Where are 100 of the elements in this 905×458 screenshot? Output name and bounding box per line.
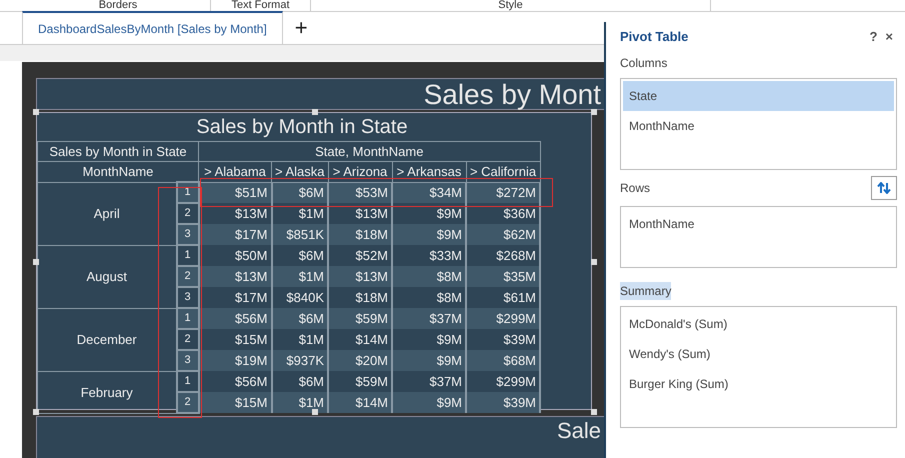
table-cell: $34M	[392, 182, 466, 203]
row-index: 1	[176, 308, 198, 329]
table-cell: $20M	[328, 350, 392, 371]
table-cell: $13M	[198, 266, 272, 287]
panel-title: Pivot Table	[620, 28, 688, 46]
table-cell: $18M	[328, 224, 392, 245]
resize-handle[interactable]	[591, 409, 597, 415]
table-cell: $14M	[328, 392, 392, 413]
table-cell: $6M	[272, 371, 328, 392]
table-cell: $59M	[328, 308, 392, 329]
column-header[interactable]: > Arizona	[328, 162, 392, 182]
row-index: 2	[176, 266, 198, 287]
table-cell: $6M	[272, 182, 328, 203]
table-cell: $13M	[328, 203, 392, 224]
add-tab-button[interactable]: +	[282, 11, 320, 44]
row-index: 3	[176, 224, 198, 245]
widget-title: Sale	[556, 417, 601, 445]
row-index: 2	[176, 203, 198, 224]
table-cell: $13M	[198, 203, 272, 224]
table-cell: $50M	[198, 245, 272, 266]
row-index: 3	[176, 350, 198, 371]
table-cell: $851K	[272, 224, 328, 245]
resize-handle[interactable]	[33, 109, 39, 115]
resize-handle[interactable]	[312, 109, 318, 115]
table-cell: $299M	[466, 308, 540, 329]
field-item[interactable]: McDonald's (Sum)	[623, 309, 894, 339]
table-cell: $1M	[272, 203, 328, 224]
table-cell: $6M	[272, 308, 328, 329]
table-cell: $62M	[466, 224, 540, 245]
document-tab[interactable]: DashboardSalesByMonth [Sales by Month]	[22, 11, 283, 44]
row-index: 3	[176, 287, 198, 308]
table-cell: $8M	[392, 266, 466, 287]
section-label: Summary	[620, 282, 672, 300]
table-cell: $1M	[272, 392, 328, 413]
field-item[interactable]: Wendy's (Sum)	[623, 339, 894, 369]
close-button[interactable]: ×	[881, 27, 897, 47]
table-cell: $1M	[272, 266, 328, 287]
row-index: 1	[176, 245, 198, 266]
help-button[interactable]: ?	[865, 27, 882, 47]
table-cell: $268M	[466, 245, 540, 266]
field-item[interactable]: MonthName	[623, 209, 894, 239]
row-index: 2	[176, 392, 198, 413]
resize-handle[interactable]	[591, 109, 597, 115]
column-header[interactable]: > California	[466, 162, 540, 182]
table-cell: $9M	[392, 224, 466, 245]
table-cell: $39M	[466, 329, 540, 350]
resize-handle[interactable]	[33, 259, 39, 265]
widget-title: Sales by Mont	[424, 79, 601, 110]
table-cell: $39M	[466, 392, 540, 413]
field-item[interactable]: Burger King (Sum)	[623, 369, 894, 399]
table-cell: $15M	[198, 329, 272, 350]
table-cell: $37M	[392, 308, 466, 329]
table-cell: $272M	[466, 182, 540, 203]
table-cell: $937K	[272, 350, 328, 371]
table-cell: $299M	[466, 371, 540, 392]
column-header[interactable]: > Alaska	[272, 162, 328, 182]
table-cell: $59M	[328, 371, 392, 392]
table-cell: $35M	[466, 266, 540, 287]
table-cell: $6M	[272, 245, 328, 266]
section-label: Columns	[620, 55, 668, 72]
table-cell: $52M	[328, 245, 392, 266]
table-cell: $51M	[198, 182, 272, 203]
table-cell: $61M	[466, 287, 540, 308]
table-cell: $9M	[392, 329, 466, 350]
ribbon-group-label: Borders	[98, 0, 138, 11]
field-item[interactable]: MonthName	[623, 111, 894, 141]
table-cell: $19M	[198, 350, 272, 371]
column-header[interactable]: > Alabama	[198, 162, 272, 182]
swap-arrows-icon	[877, 182, 891, 194]
table-header: State, MonthName	[198, 142, 540, 162]
row-index: 1	[176, 371, 198, 392]
table-cell: $1M	[272, 329, 328, 350]
column-header[interactable]: > Arkansas	[392, 162, 466, 182]
section-label: Rows	[620, 180, 650, 197]
table-cell: $9M	[392, 203, 466, 224]
table-cell: $37M	[392, 371, 466, 392]
table-cell: $53M	[328, 182, 392, 203]
table-cell: $18M	[328, 287, 392, 308]
table-cell: $33M	[392, 245, 466, 266]
table-cell: $840K	[272, 287, 328, 308]
table-cell: $56M	[198, 308, 272, 329]
table-cell: $68M	[466, 350, 540, 371]
table-cell: $13M	[328, 266, 392, 287]
swap-button[interactable]	[871, 176, 897, 200]
resize-handle[interactable]	[33, 409, 39, 415]
resize-handle[interactable]	[312, 409, 318, 415]
table-cell: $36M	[466, 203, 540, 224]
table-cell: $17M	[198, 287, 272, 308]
table-cell: $17M	[198, 224, 272, 245]
row-index: 2	[176, 329, 198, 350]
ribbon-group-label: Text Format	[231, 0, 290, 11]
ribbon-group-label: Style	[498, 0, 523, 11]
resize-handle[interactable]	[591, 259, 597, 265]
table-cell: $8M	[392, 287, 466, 308]
table-cell: $9M	[392, 392, 466, 413]
field-item[interactable]: State	[623, 81, 894, 111]
table-header: Sales by Month in State	[38, 142, 198, 162]
table-cell: $9M	[392, 350, 466, 371]
table-cell: $14M	[328, 329, 392, 350]
table-cell: $56M	[198, 371, 272, 392]
